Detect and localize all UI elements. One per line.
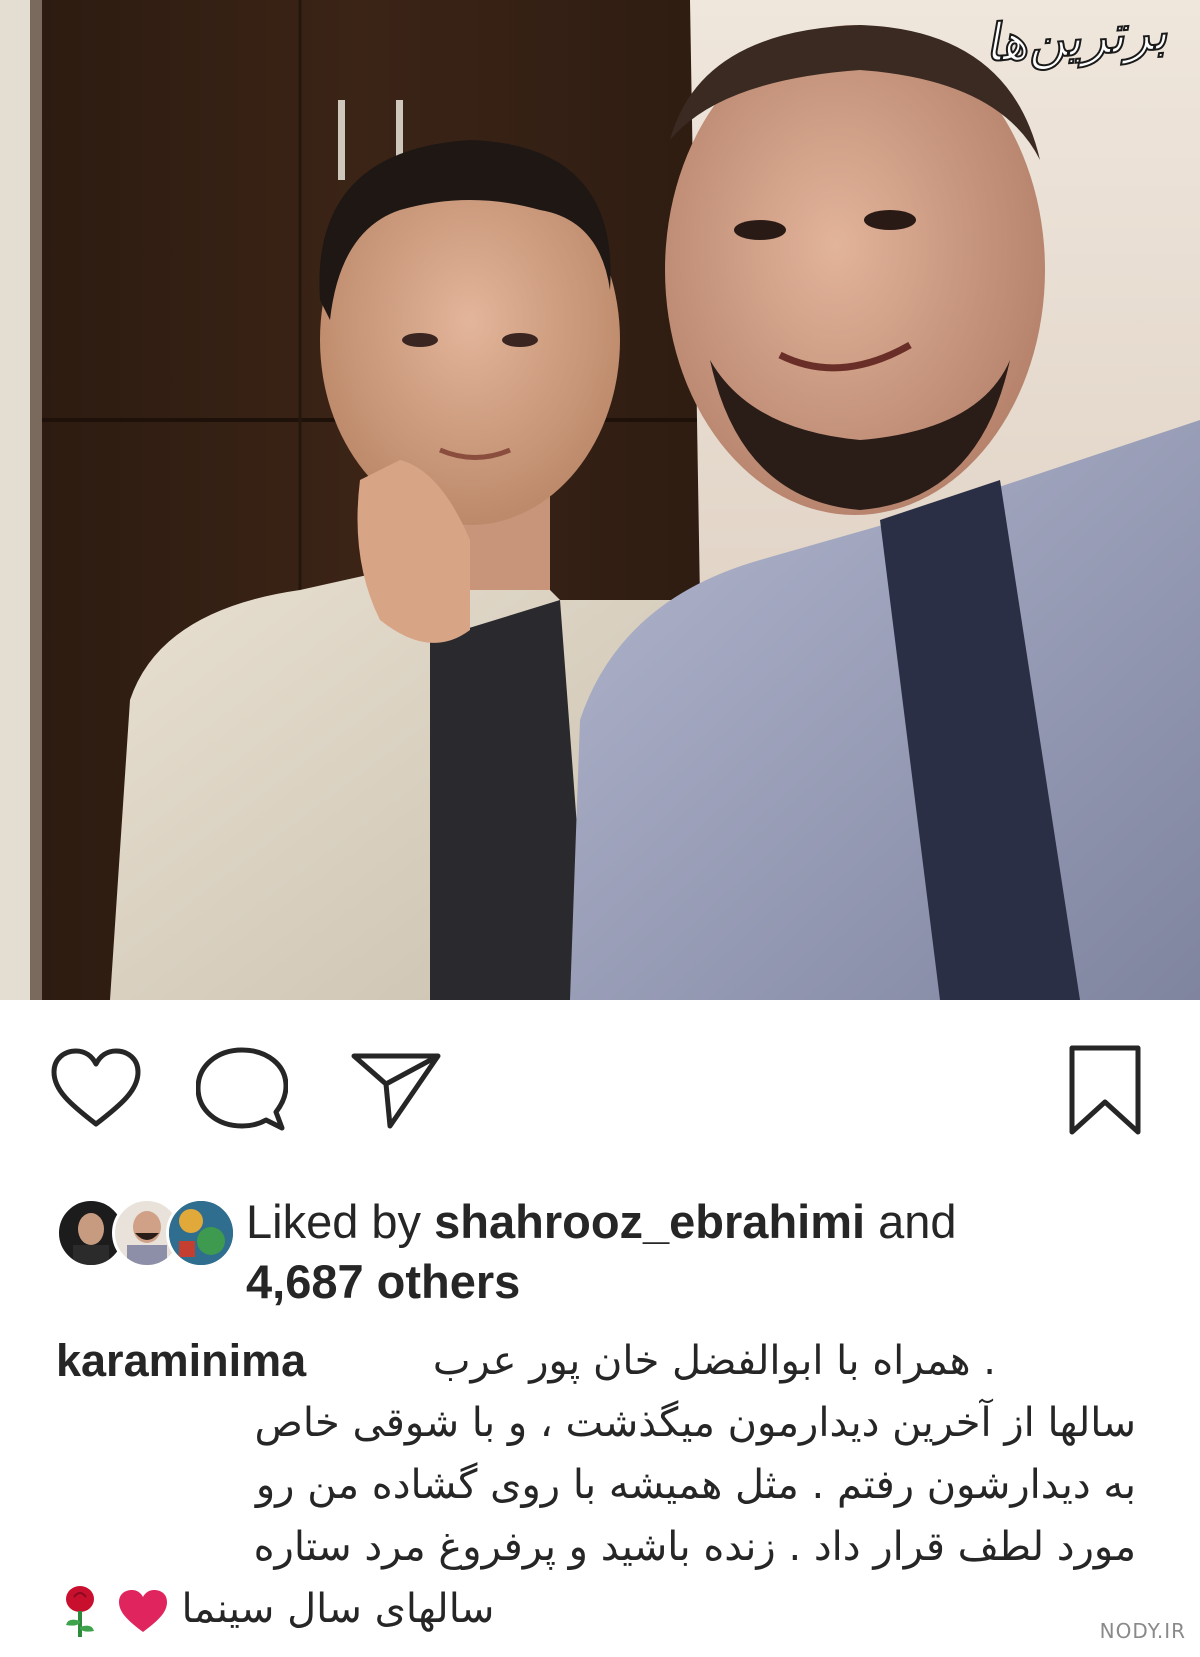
comment-bubble-icon[interactable] bbox=[196, 1046, 288, 1134]
watermark-text: برترین‌ها bbox=[981, 1, 1170, 76]
likes-count-link[interactable]: 4,687 others bbox=[246, 1255, 520, 1308]
likes-and: and bbox=[865, 1195, 957, 1248]
post-image bbox=[0, 0, 1200, 1000]
caption-line: سالها از آخرین دیدارمون میگذشت ، و با شو… bbox=[254, 1400, 1136, 1446]
liker-username-link[interactable]: shahrooz_ebrahimi bbox=[434, 1195, 865, 1248]
site-watermark: برترین‌ها bbox=[968, 1, 1178, 106]
caption-line: مورد لطف قرار داد . زنده باشید و پرفروغ … bbox=[253, 1524, 1136, 1570]
rose-icon bbox=[56, 1583, 104, 1639]
caption-line: به دیدارشون رفتم . مثل همیشه با روی گشاد… bbox=[255, 1462, 1136, 1508]
paper-plane-icon[interactable] bbox=[350, 1050, 442, 1130]
likes-prefix: Liked by bbox=[246, 1195, 435, 1248]
action-bar bbox=[0, 1000, 1200, 1170]
red-heart-icon bbox=[117, 1588, 169, 1634]
heart-outline-icon[interactable] bbox=[50, 1048, 142, 1130]
caption-line: سالهای سال سینما bbox=[181, 1586, 495, 1632]
caption-last-line: سالهای سال سینما bbox=[56, 1578, 494, 1640]
avatar[interactable] bbox=[166, 1198, 236, 1268]
caption-username-link[interactable]: karaminima bbox=[56, 1330, 306, 1392]
post-photo[interactable]: برترین‌ها bbox=[0, 0, 1200, 1000]
likes-text: Liked by shahrooz_ebrahimi and 4,687 oth… bbox=[246, 1192, 957, 1312]
caption-line: . همراه با ابوالفضل خان پور عرب bbox=[432, 1338, 996, 1384]
footer-site-mark: NODY.IR bbox=[1099, 1619, 1186, 1643]
bookmark-icon[interactable] bbox=[1068, 1044, 1142, 1136]
liker-avatars[interactable] bbox=[56, 1198, 236, 1268]
